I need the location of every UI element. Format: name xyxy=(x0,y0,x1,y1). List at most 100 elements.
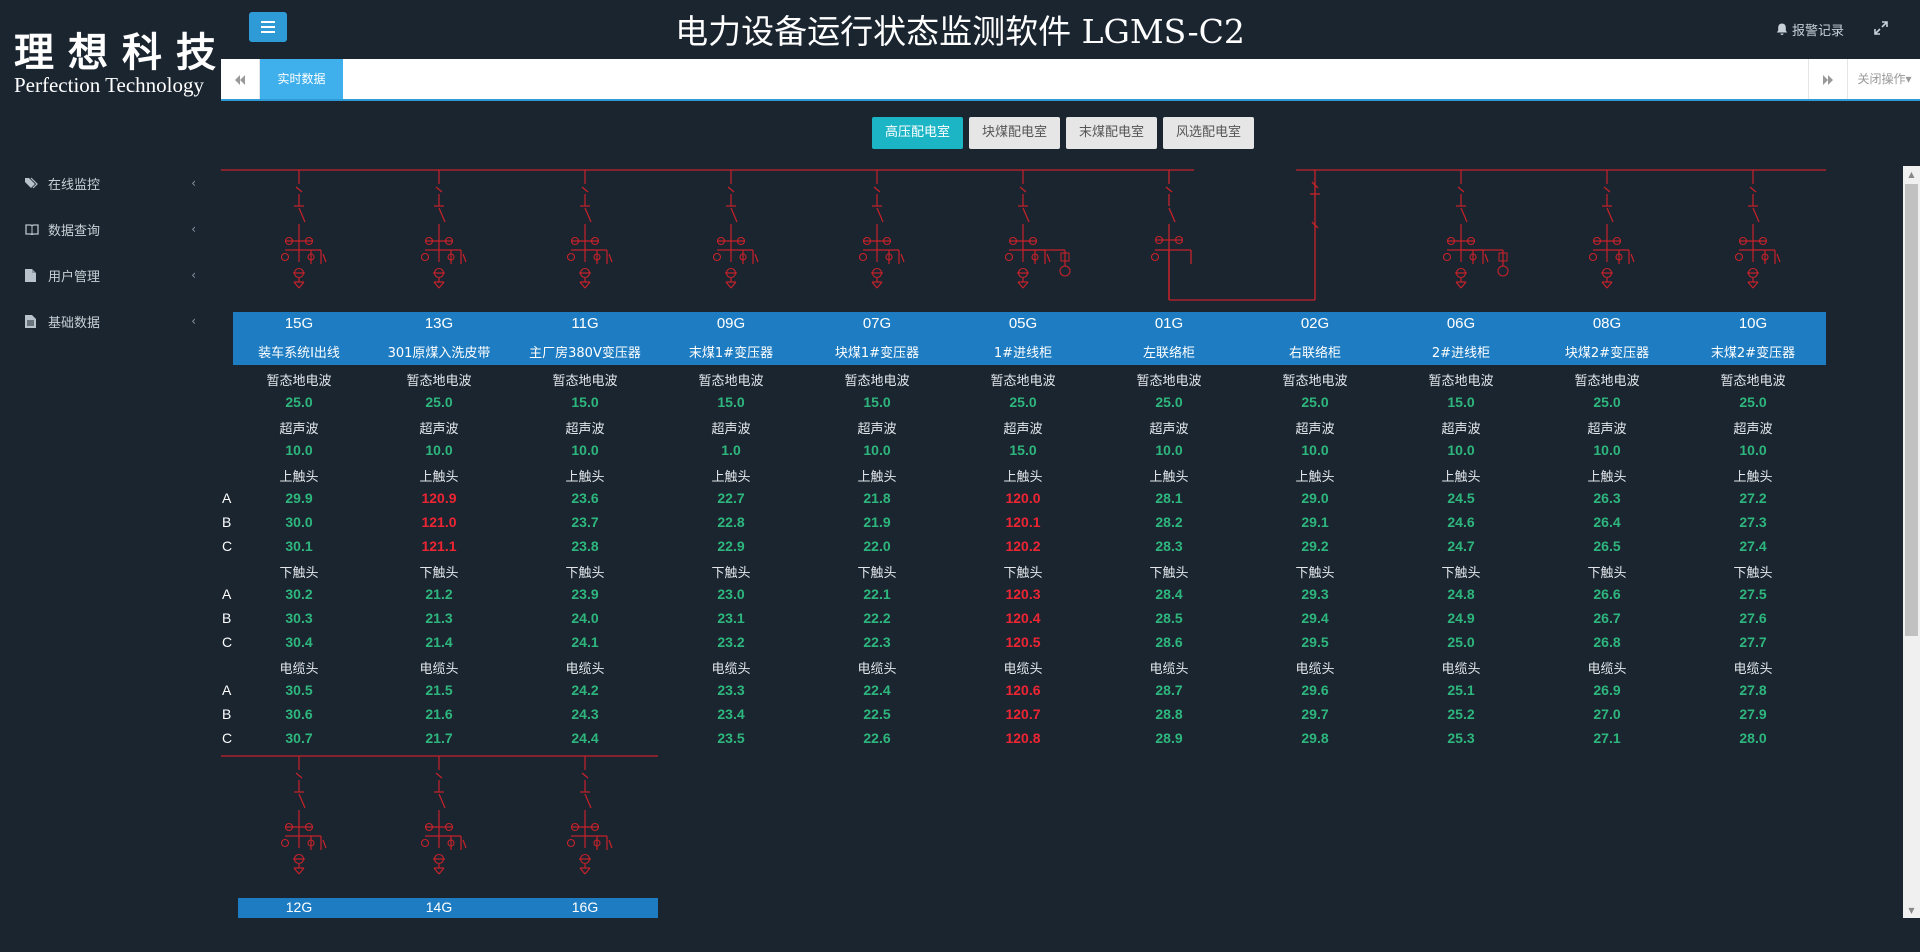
room-button-fine-coal[interactable]: 末煤配电室 xyxy=(1066,117,1158,149)
cable-head-label: 电缆头 xyxy=(1295,662,1335,677)
cable-head-value: 30.6 xyxy=(285,706,313,722)
lower-contact-value: 23.2 xyxy=(717,634,745,650)
scroll-up-arrow[interactable]: ▲ xyxy=(1903,166,1920,182)
ultrasonic-label: 超声波 xyxy=(1441,422,1481,437)
sidebar-item-data-query[interactable]: 数据查询 ‹ xyxy=(0,206,210,252)
cable-head-value: 21.6 xyxy=(425,706,453,722)
cable-head-value: 27.9 xyxy=(1739,706,1767,722)
upper-contact-value: 28.2 xyxy=(1155,514,1183,530)
alarm-records-label: 报警记录 xyxy=(1792,24,1845,39)
cabinet-code: 16G xyxy=(571,899,599,915)
cabinet-name: 1#进线柜 xyxy=(993,346,1053,361)
feeder-symbol xyxy=(420,756,467,875)
cabinet-code: 09G xyxy=(716,315,746,332)
room-button-air-separation[interactable]: 风选配电室 xyxy=(1163,117,1255,149)
lower-contact-value: 22.3 xyxy=(863,634,891,650)
upper-contact-value: 21.8 xyxy=(863,490,891,506)
sidebar-item-label: 用户管理 xyxy=(48,269,101,285)
feeder-symbol xyxy=(1004,170,1071,289)
ultrasonic-value: 1.0 xyxy=(721,442,741,458)
lower-contact-value: 23.1 xyxy=(717,610,745,626)
chevron-left-icon: ‹ xyxy=(191,222,196,236)
phase-label: C xyxy=(222,538,233,554)
lower-contact-value: 28.4 xyxy=(1155,586,1183,602)
scrollbar-thumb[interactable] xyxy=(1905,184,1918,636)
cable-head-value: 23.3 xyxy=(717,682,745,698)
ultrasonic-label: 超声波 xyxy=(1587,422,1627,437)
upper-contact-value: 30.1 xyxy=(285,538,313,554)
cable-head-value: 29.8 xyxy=(1301,730,1329,746)
tev-value: 25.0 xyxy=(1155,394,1183,410)
cable-head-label: 电缆头 xyxy=(1587,662,1627,677)
cable-head-value: 25.2 xyxy=(1447,706,1475,722)
cable-head-value: 120.7 xyxy=(1005,706,1041,722)
cable-head-value: 28.9 xyxy=(1155,730,1183,746)
upper-contact-label: 上触头 xyxy=(1003,470,1043,485)
tev-label: 暂态地电波 xyxy=(1574,374,1640,389)
file-icon xyxy=(25,314,39,328)
cabinet-name: 右联络柜 xyxy=(1288,346,1341,361)
phase-label: B xyxy=(222,706,232,722)
upper-contact-value: 26.4 xyxy=(1593,514,1621,530)
lower-contact-label: 下触头 xyxy=(1295,566,1335,581)
upper-contact-value: 28.3 xyxy=(1155,538,1183,554)
upper-contact-label: 上触头 xyxy=(711,470,751,485)
lower-contact-label: 下触头 xyxy=(857,566,897,581)
upper-contact-label: 上触头 xyxy=(1733,470,1773,485)
tab-scroll-right-button[interactable] xyxy=(1808,59,1847,99)
page-scrollbar[interactable]: ▲ ▼ xyxy=(1903,166,1920,918)
lower-contact-label: 下触头 xyxy=(565,566,605,581)
upper-contact-value: 29.9 xyxy=(285,490,313,506)
sidebar-item-user-management[interactable]: 用户管理 ‹ xyxy=(0,252,210,298)
cable-head-label: 电缆头 xyxy=(1733,662,1773,677)
upper-contact-value: 30.0 xyxy=(285,514,313,530)
cable-head-value: 27.8 xyxy=(1739,682,1767,698)
tab-scroll-left-button[interactable] xyxy=(221,59,260,99)
ultrasonic-label: 超声波 xyxy=(711,422,751,437)
upper-contact-label: 上触头 xyxy=(857,470,897,485)
close-operations-dropdown[interactable]: 关闭操作▾ xyxy=(1847,59,1920,99)
tab-realtime-data[interactable]: 实时数据 xyxy=(260,59,343,99)
room-button-lump-coal[interactable]: 块煤配电室 xyxy=(969,117,1061,149)
lower-contact-value: 24.1 xyxy=(571,634,599,650)
cable-head-value: 24.3 xyxy=(571,706,599,722)
sidebar-item-label: 在线监控 xyxy=(48,177,101,193)
ultrasonic-value: 10.0 xyxy=(1155,442,1183,458)
ultrasonic-value: 10.0 xyxy=(285,442,313,458)
backward-icon xyxy=(234,70,246,89)
cable-head-label: 电缆头 xyxy=(279,662,319,677)
lower-contact-value: 21.3 xyxy=(425,610,453,626)
upper-contact-value: 120.2 xyxy=(1005,538,1041,554)
lower-contact-value: 120.5 xyxy=(1005,634,1041,650)
tags-icon xyxy=(25,176,39,190)
upper-contact-value: 29.2 xyxy=(1301,538,1329,554)
upper-contact-label: 上触头 xyxy=(1441,470,1481,485)
upper-contact-value: 23.8 xyxy=(571,538,599,554)
menu-toggle-button[interactable] xyxy=(249,12,287,42)
fullscreen-button[interactable] xyxy=(1874,21,1888,35)
scroll-down-arrow[interactable]: ▼ xyxy=(1903,902,1920,918)
cable-head-value: 22.6 xyxy=(863,730,891,746)
alarm-records-link[interactable]: 报警记录 xyxy=(1776,20,1844,39)
lower-contact-value: 30.2 xyxy=(285,586,313,602)
room-button-high-voltage[interactable]: 高压配电室 xyxy=(872,117,964,149)
lower-contact-value: 29.5 xyxy=(1301,634,1329,650)
cable-head-value: 24.2 xyxy=(571,682,599,698)
upper-contact-label: 上触头 xyxy=(279,470,319,485)
file-icon xyxy=(25,268,39,282)
sidebar-item-online-monitoring[interactable]: 在线监控 ‹ xyxy=(0,160,210,206)
cable-head-value: 22.5 xyxy=(863,706,891,722)
sidebar-item-basic-data[interactable]: 基础数据 ‹ xyxy=(0,298,210,344)
cable-head-label: 电缆头 xyxy=(711,662,751,677)
upper-contact-value: 24.7 xyxy=(1447,538,1475,554)
upper-contact-value: 27.3 xyxy=(1739,514,1767,530)
caret-down-icon: ▾ xyxy=(1905,72,1912,86)
ultrasonic-label: 超声波 xyxy=(857,422,897,437)
upper-contact-value: 21.9 xyxy=(863,514,891,530)
cabinet-name: 块煤1#变压器 xyxy=(834,346,920,361)
cable-head-value: 29.7 xyxy=(1301,706,1329,722)
cable-head-value: 30.5 xyxy=(285,682,313,698)
feeder-symbol xyxy=(280,170,327,289)
ultrasonic-value: 10.0 xyxy=(571,442,599,458)
lower-contact-label: 下触头 xyxy=(279,566,319,581)
